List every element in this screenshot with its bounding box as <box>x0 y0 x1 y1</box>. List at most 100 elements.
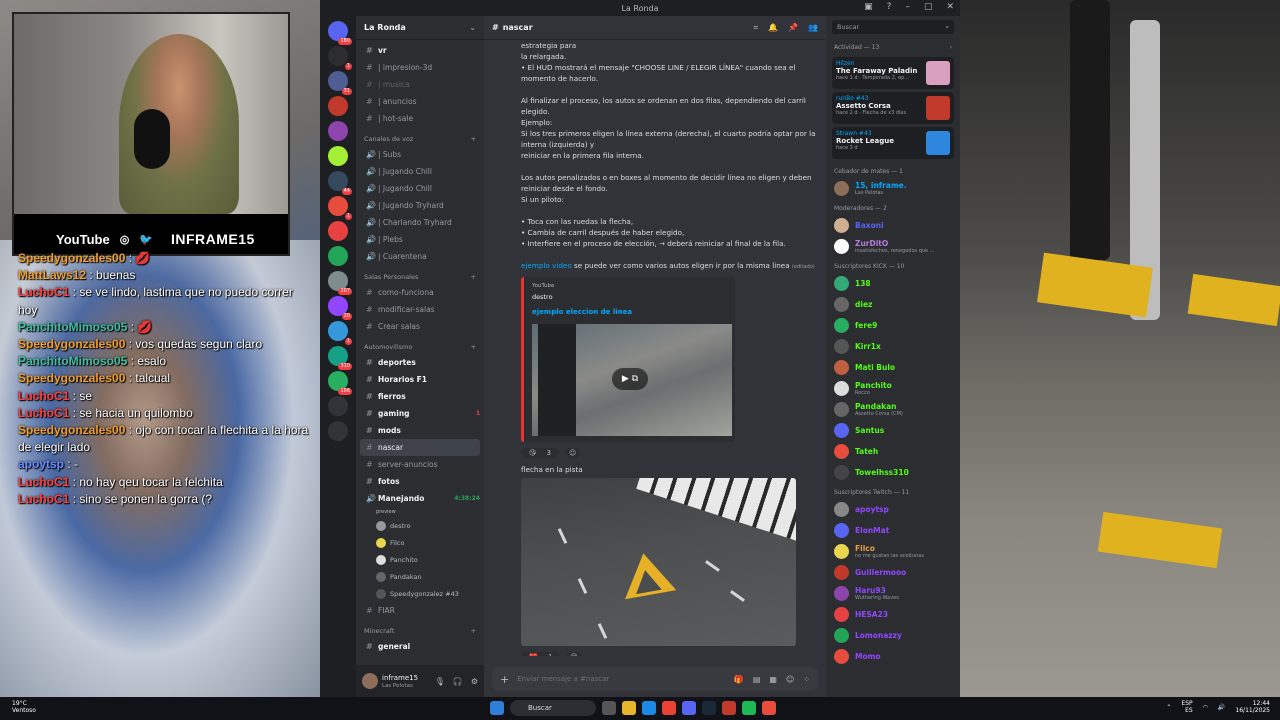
attached-image[interactable] <box>521 478 796 646</box>
channel-item[interactable]: 🔊 | Charlando Tryhard <box>360 214 480 231</box>
member-item[interactable]: Santus <box>826 420 960 441</box>
server-icon[interactable]: 1 <box>328 321 352 345</box>
member-item[interactable]: HESA23 <box>826 604 960 625</box>
member-item[interactable]: diez <box>826 294 960 315</box>
microphone-icon[interactable]: 🎙 <box>435 677 445 686</box>
server-icon[interactable]: 310 <box>328 346 352 370</box>
reaction-pill[interactable]: 😘 3 <box>521 448 560 458</box>
member-item[interactable]: Mati Bulo <box>826 357 960 378</box>
chrome-icon[interactable] <box>662 701 676 715</box>
server-icon[interactable] <box>328 221 348 241</box>
channel-item[interactable]: # mods <box>360 422 480 439</box>
server-icon[interactable]: 106 <box>328 371 352 395</box>
server-icon[interactable]: 1 <box>328 196 352 220</box>
member-item[interactable]: ZurDitO insatisfechos, renegados que ... <box>826 236 960 257</box>
edge-icon[interactable] <box>642 701 656 715</box>
category-header[interactable]: Minecraft + <box>360 619 480 638</box>
voice-user[interactable]: destro <box>360 517 480 534</box>
channel-item[interactable]: # gaming 1 <box>360 405 480 422</box>
message-composer[interactable]: + Enviar mensaje a #nascar 🎁 ▤ ▦ ☺ ⁘ <box>492 667 818 691</box>
plus-icon[interactable]: + <box>471 343 476 351</box>
channel-item[interactable]: # | anuncios <box>360 93 480 110</box>
server-icon[interactable] <box>328 421 348 441</box>
emoji-icon[interactable]: ☺ <box>786 675 794 684</box>
category-header[interactable]: Salas Personales + <box>360 265 480 284</box>
member-item[interactable]: fere9 <box>826 315 960 336</box>
steam-icon[interactable] <box>702 701 716 715</box>
spotify-icon[interactable] <box>742 701 756 715</box>
channel-item[interactable]: # Crear salas <box>360 318 480 335</box>
headphones-icon[interactable]: 🎧 <box>453 677 463 686</box>
category-header[interactable]: Automovilismo + <box>360 335 480 354</box>
video-link[interactable]: ejemplo video <box>521 261 572 270</box>
member-item[interactable]: Lomonazzy <box>826 625 960 646</box>
minimize-icon[interactable]: – <box>905 2 910 12</box>
activity-card[interactable]: Hilzen The Faraway Paladin hace 1 d · Temp… <box>832 57 954 89</box>
member-item[interactable]: Momo <box>826 646 960 667</box>
task-view-icon[interactable] <box>602 701 616 715</box>
channel-item[interactable]: # server-anuncios <box>360 456 480 473</box>
search-input[interactable]: Buscar ⌕ <box>832 20 954 34</box>
app-icon[interactable] <box>722 701 736 715</box>
server-icon[interactable]: 180 <box>328 21 352 45</box>
threads-icon[interactable]: ⌗ <box>754 23 759 33</box>
play-icon[interactable]: ▶ ⧉ <box>612 368 648 390</box>
voice-user[interactable]: Pandakan <box>360 568 480 585</box>
server-icon[interactable] <box>328 396 348 416</box>
channel-item[interactable]: # fotos <box>360 473 480 490</box>
channel-item[interactable]: # general <box>360 638 480 655</box>
server-icon[interactable]: 31 <box>328 71 352 95</box>
channel-item[interactable]: 🔊 | Cuarentena <box>360 248 480 265</box>
member-item[interactable]: Guillermooo <box>826 562 960 583</box>
discord-icon[interactable] <box>682 701 696 715</box>
start-icon[interactable] <box>490 701 504 715</box>
video-thumbnail[interactable]: ▶ ⧉ <box>532 324 732 436</box>
server-icon[interactable] <box>328 96 348 116</box>
add-reaction-icon[interactable]: ☺ <box>566 652 582 656</box>
channel-item[interactable]: # modificar-salas <box>360 301 480 318</box>
pin-icon[interactable]: 📌 <box>788 23 798 33</box>
member-item[interactable]: Tateh <box>826 441 960 462</box>
clock[interactable]: 12:44 16/11/2025 <box>1235 700 1270 714</box>
language-indicator[interactable]: ESP ES <box>1181 700 1192 714</box>
maximize-icon[interactable]: ▢ <box>924 2 933 12</box>
member-item[interactable]: Panchito Rocco <box>826 378 960 399</box>
server-icon[interactable]: 1 <box>328 46 352 70</box>
server-icon[interactable] <box>328 121 348 141</box>
voice-user[interactable]: Speedygonzalez #43 <box>360 585 480 602</box>
activity-card[interactable]: runBo #43 Assetto Corsa hace 2 d · Flecha … <box>832 92 954 124</box>
avatar[interactable] <box>362 673 378 689</box>
member-item[interactable]: Pandakan Assetto Corsa (CM) <box>826 399 960 420</box>
help-icon[interactable]: ? <box>887 2 892 12</box>
chevron-up-icon[interactable]: ⌃ <box>1166 704 1171 711</box>
member-item[interactable]: Towelhss310 <box>826 462 960 483</box>
channel-item[interactable]: # fierros <box>360 388 480 405</box>
channel-item[interactable]: # como-funciona <box>360 284 480 301</box>
channel-item[interactable]: 🔊 | Plebs <box>360 231 480 248</box>
taskbar-search[interactable]: Buscar <box>510 700 596 716</box>
obs-icon[interactable] <box>762 701 776 715</box>
gear-icon[interactable]: ⚙ <box>471 677 478 686</box>
channel-item[interactable]: # | impresion-3d <box>360 59 480 76</box>
category-header[interactable]: Canales de voz + <box>360 127 480 146</box>
gif-icon[interactable]: ▤ <box>753 675 761 684</box>
sticker-icon[interactable]: ▦ <box>769 675 777 684</box>
server-header[interactable]: La Ronda ⌄ <box>356 16 484 40</box>
channel-item[interactable]: # Horarios F1 <box>360 371 480 388</box>
server-icon[interactable]: 44 <box>328 171 352 195</box>
channel-item[interactable]: 🔊 | Subs <box>360 146 480 163</box>
file-explorer-icon[interactable] <box>622 701 636 715</box>
add-attachment-icon[interactable]: + <box>500 673 509 686</box>
activity-card[interactable]: Strawn #43 Rocket League hace 3 d <box>832 127 954 159</box>
voice-user[interactable]: Panchito <box>360 551 480 568</box>
channel-item[interactable]: 🔊 | Jugando Chill <box>360 163 480 180</box>
member-item[interactable]: Kirr1x <box>826 336 960 357</box>
channel-item[interactable]: # FIAR <box>360 602 480 619</box>
compose-input[interactable]: Enviar mensaje a #nascar <box>517 675 609 683</box>
notification-icon[interactable]: 🔔 <box>768 23 778 33</box>
member-item[interactable]: apoytsp <box>826 499 960 520</box>
server-icon[interactable] <box>328 146 348 166</box>
member-item[interactable]: Filco no me gustan las aceitunas <box>826 541 960 562</box>
close-icon[interactable]: ✕ <box>946 2 954 12</box>
inbox-icon[interactable]: ▣ <box>864 2 873 12</box>
